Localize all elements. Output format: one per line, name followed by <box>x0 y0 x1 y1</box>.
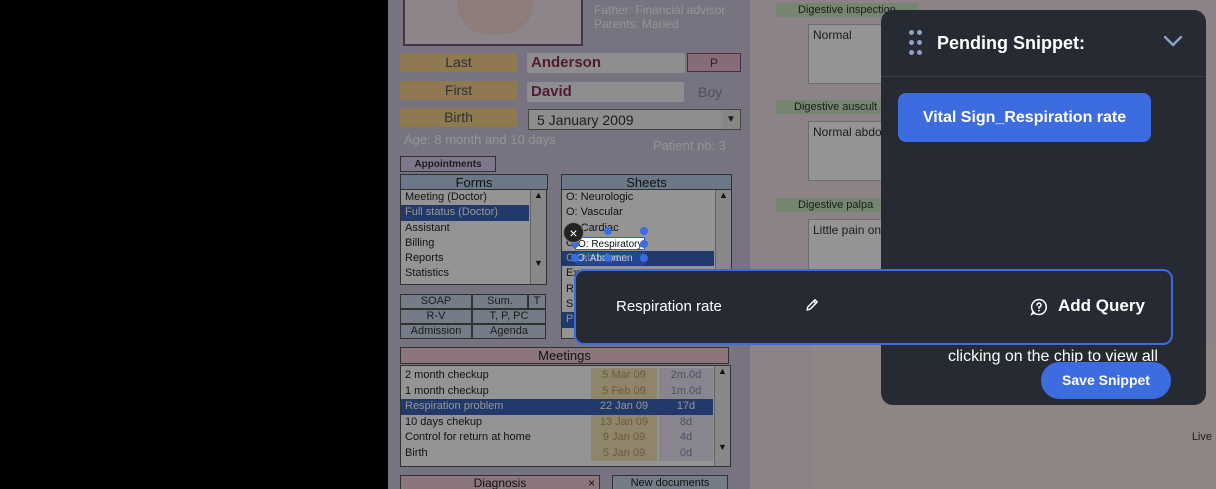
save-snippet-button[interactable]: Save Snippet <box>1041 362 1171 399</box>
query-label: Respiration rate <box>616 298 722 315</box>
add-query-button[interactable]: Add Query <box>1058 296 1145 316</box>
pencil-icon[interactable] <box>804 297 820 313</box>
panel-title: Pending Snippet: <box>937 33 1085 53</box>
grip-icon[interactable] <box>909 30 923 56</box>
query-bar: Respiration rate Add Query <box>574 269 1173 345</box>
question-circle-icon[interactable] <box>1030 298 1048 316</box>
resize-handle[interactable] <box>640 227 648 235</box>
black-backdrop <box>0 0 388 489</box>
resize-handle[interactable] <box>640 240 648 248</box>
close-icon[interactable]: × <box>563 222 584 243</box>
pending-snippet-panel: Pending Snippet: Vital Sign_Respiration … <box>881 10 1206 405</box>
snippet-chip[interactable]: Vital Sign_Respiration rate <box>898 93 1151 142</box>
resize-handle[interactable] <box>604 227 612 235</box>
chevron-down-icon[interactable] <box>1163 34 1183 48</box>
selected-text-highlight[interactable]: O: Respiratory <box>575 237 645 250</box>
resize-handle[interactable] <box>604 254 612 262</box>
resize-handle[interactable] <box>640 254 648 262</box>
panel-header[interactable]: Pending Snippet: <box>881 10 1206 77</box>
resize-handle[interactable] <box>571 254 579 262</box>
